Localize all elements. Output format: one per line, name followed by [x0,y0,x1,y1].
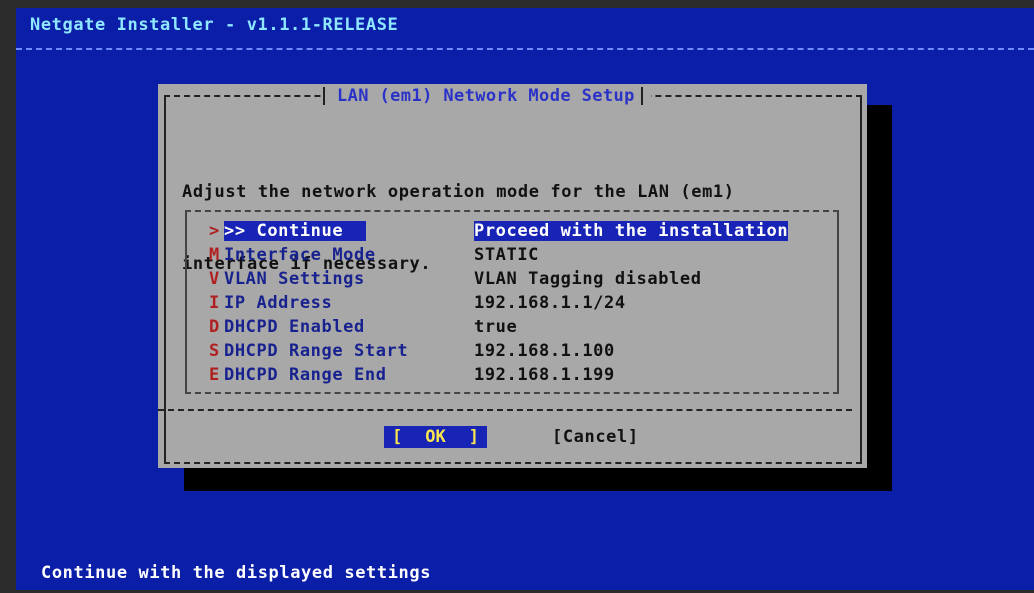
network-options-menu: > >> Continue Proceed with the installat… [185,210,839,394]
dialog-title-bar: LAN (em1) Network Mode Setup [321,84,651,108]
menu-item-dhcpd-range-start[interactable]: S DHCPD Range Start 192.168.1.100 [209,341,615,361]
menu-value-dhcpd-range-end[interactable]: 192.168.1.199 [474,365,615,385]
title-right-edge [640,87,649,105]
hotkey-dhcpd-enabled: D [209,317,220,337]
menu-value-ip-address[interactable]: 192.168.1.1/24 [474,293,626,313]
installer-screen: Netgate Installer - v1.1.1-RELEASE LAN (… [16,8,1034,590]
cancel-button[interactable]: [Cancel] [552,426,639,448]
menu-label-dhcpd-range-end[interactable]: DHCPD Range End [224,365,474,385]
menu-label-dhcpd-range-start[interactable]: DHCPD Range Start [224,341,474,361]
header-divider [16,48,1034,50]
menu-value-dhcpd-range-start[interactable]: 192.168.1.100 [474,341,615,361]
ok-button-label: OK [425,427,446,447]
installer-title: Netgate Installer - v1.1.1-RELEASE [30,15,399,35]
ok-left-bracket: [ [392,427,403,447]
hotkey-dhcpd-range-start: S [209,341,220,361]
ok-button[interactable]: [ OK ] [384,426,487,448]
prompt-line-1: Adjust the network operation mode for th… [182,182,735,202]
menu-label-ip-address[interactable]: IP Address [224,293,474,313]
network-mode-dialog: LAN (em1) Network Mode Setup Adjust the … [158,84,867,468]
menu-item-ip-address[interactable]: I IP Address 192.168.1.1/24 [209,293,626,313]
status-message: Continue with the displayed settings [41,563,432,583]
menu-label-continue[interactable]: >> Continue [224,221,366,241]
menu-label-vlan-settings[interactable]: VLAN Settings [224,269,474,289]
hotkey-interface-mode: M [209,245,220,265]
menu-value-vlan-settings[interactable]: VLAN Tagging disabled [474,269,702,289]
menu-item-vlan-settings[interactable]: V VLAN Settings VLAN Tagging disabled [209,269,702,289]
menu-label-interface-mode[interactable]: Interface Mode [224,245,474,265]
menu-label-dhcpd-enabled[interactable]: DHCPD Enabled [224,317,474,337]
dialog-title: LAN (em1) Network Mode Setup [337,86,635,106]
menu-value-dhcpd-enabled[interactable]: true [474,317,517,337]
ok-right-bracket: ] [468,427,479,447]
menu-item-dhcpd-range-end[interactable]: E DHCPD Range End 192.168.1.199 [209,365,615,385]
hotkey-continue: > [209,221,220,241]
title-left-edge [323,87,331,105]
menu-item-continue[interactable]: > >> Continue Proceed with the installat… [209,221,789,241]
menu-item-interface-mode[interactable]: M Interface Mode STATIC [209,245,539,265]
hotkey-dhcpd-range-end: E [209,365,220,385]
menu-value-continue[interactable]: Proceed with the installation [474,221,789,241]
hotkey-ip-address: I [209,293,220,313]
button-area-divider [158,409,852,411]
menu-item-dhcpd-enabled[interactable]: D DHCPD Enabled true [209,317,517,337]
hotkey-vlan-settings: V [209,269,220,289]
menu-value-interface-mode[interactable]: STATIC [474,245,539,265]
